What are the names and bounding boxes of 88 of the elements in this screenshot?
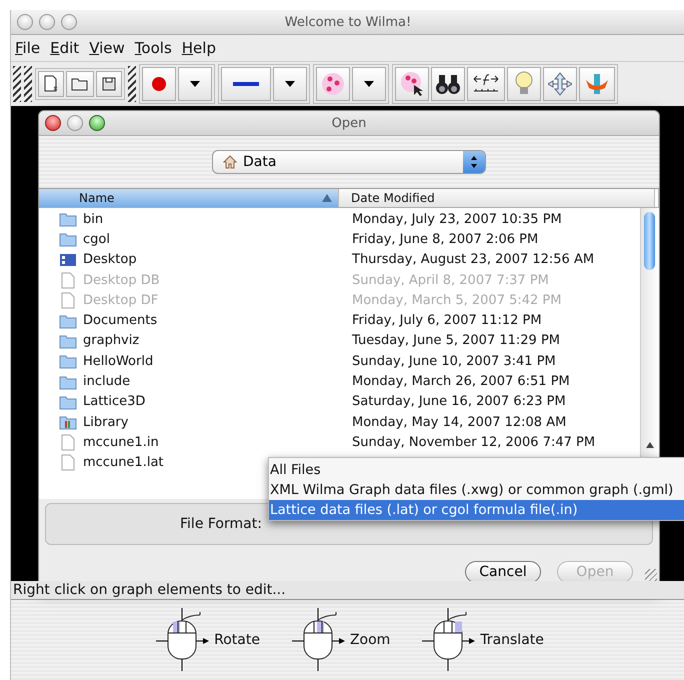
new-file-icon — [43, 75, 59, 93]
folder-icon — [59, 211, 77, 228]
resize-grip[interactable] — [645, 569, 657, 581]
file-date: Sunday, November 12, 2006 7:47 PM — [351, 434, 596, 450]
file-name[interactable]: Desktop — [39, 252, 339, 268]
new-file-button[interactable] — [38, 71, 64, 97]
file-date: Tuesday, June 5, 2007 11:29 PM — [351, 333, 560, 348]
dropdown-button[interactable] — [178, 67, 212, 101]
minimize-button[interactable] — [67, 115, 83, 131]
file-date: Sunday, April 8, 2007 7:37 PM — [351, 272, 549, 288]
zoom-button[interactable] — [61, 14, 77, 30]
caret-icon — [190, 81, 200, 87]
file-format-label: File Format: — [180, 516, 262, 532]
hint-label: Rotate — [214, 632, 260, 648]
file-name[interactable]: mccune1.in — [39, 434, 339, 451]
menu-item[interactable]: View — [89, 39, 125, 57]
format-option[interactable]: XML Wilma Graph data files (.xwg) or common graph (.gml) — [269, 480, 684, 500]
file-date: Saturday, June 16, 2007 6:23 PM — [351, 394, 566, 410]
folder-icon — [59, 374, 77, 390]
menu-item[interactable]: Help — [182, 39, 216, 57]
edge-style-button[interactable] — [221, 67, 271, 101]
document-icon — [59, 292, 77, 309]
library-folder-icon — [59, 414, 77, 430]
file-date: Friday, July 6, 2007 11:12 PM — [351, 313, 542, 328]
open-folder-button[interactable] — [66, 71, 94, 97]
dot-icon — [151, 76, 167, 92]
scrollbar-thumb[interactable] — [644, 212, 655, 270]
hint-label: Zoom — [350, 632, 390, 648]
zoom-button[interactable] — [89, 115, 105, 131]
caret-icon — [285, 81, 295, 87]
file-date: Sunday, June 10, 2007 3:41 PM — [351, 354, 556, 369]
file-name[interactable]: include — [39, 374, 339, 390]
function-button[interactable] — [467, 67, 505, 101]
menu-item[interactable]: Tools — [134, 39, 172, 57]
folder-icon — [59, 332, 77, 349]
column-header[interactable]: Name — [39, 189, 339, 207]
file-name[interactable]: Library — [39, 414, 339, 430]
format-option[interactable]: Lattice data files (.lat) or cgol formula file(.in) — [269, 500, 684, 520]
folder-icon — [71, 77, 89, 91]
minimize-button[interactable] — [39, 14, 55, 30]
window-title: Welcome to Wilma! — [284, 14, 412, 30]
toolbar-grip[interactable] — [128, 66, 136, 102]
file-date: Thursday, August 23, 2007 12:56 AM — [351, 252, 594, 268]
document-icon — [59, 454, 77, 472]
file-name[interactable]: cgol — [39, 231, 339, 248]
node-color-button[interactable] — [142, 67, 176, 101]
save-button[interactable] — [96, 71, 122, 97]
file-date: Friday, June 8, 2007 2:06 PM — [351, 232, 538, 247]
file-date: Monday, March 5, 2007 5:42 PM — [351, 292, 562, 308]
desktop-folder-icon — [59, 252, 77, 267]
select-graph-button[interactable] — [395, 67, 429, 101]
file-name[interactable]: Lattice3D — [39, 394, 339, 410]
file-date: Monday, March 26, 2007 6:51 PM — [351, 374, 570, 390]
graph-layout-button[interactable] — [316, 67, 350, 101]
document-icon — [59, 434, 77, 451]
file-name[interactable]: HelloWorld — [39, 353, 339, 370]
hint-label: Translate — [480, 632, 544, 648]
binoculars-icon[interactable] — [431, 67, 465, 101]
toolbar-grip[interactable] — [13, 66, 21, 102]
menu-item[interactable]: Edit — [50, 39, 80, 57]
dialog-title: Open — [332, 116, 366, 130]
file-date: Monday, July 23, 2007 10:35 PM — [351, 212, 562, 227]
toolbar-grip[interactable] — [24, 66, 32, 102]
scroll-up-icon[interactable] — [646, 442, 654, 448]
location-dropdown[interactable]: Data — [212, 150, 486, 174]
close-button[interactable] — [45, 115, 61, 131]
caret-icon — [364, 81, 374, 87]
file-name[interactable]: bin — [39, 211, 339, 228]
folder-icon — [59, 231, 77, 248]
folder-icon — [59, 353, 77, 370]
dropdown-button[interactable] — [273, 67, 307, 101]
cancel-button[interactable]: Cancel — [465, 561, 541, 583]
dropdown-button[interactable] — [352, 67, 386, 101]
rotate-arrows-icon[interactable] — [579, 67, 615, 101]
format-option[interactable]: All Files — [269, 460, 684, 480]
home-icon — [223, 155, 237, 169]
document-icon — [59, 272, 77, 289]
move-arrows-icon[interactable] — [543, 67, 577, 101]
menu-item[interactable]: File — [15, 39, 40, 57]
stepper-icon — [470, 155, 478, 169]
folder-icon — [59, 312, 77, 329]
file-date: Monday, May 14, 2007 12:08 AM — [351, 414, 566, 430]
folder-icon — [59, 394, 77, 410]
file-name[interactable]: Documents — [39, 312, 339, 329]
file-name[interactable]: graphviz — [39, 332, 339, 349]
sort-arrow-icon — [322, 194, 332, 202]
status-bar: Right click on graph elements to edit... — [11, 581, 684, 599]
column-header[interactable]: Date Modified — [339, 189, 655, 207]
